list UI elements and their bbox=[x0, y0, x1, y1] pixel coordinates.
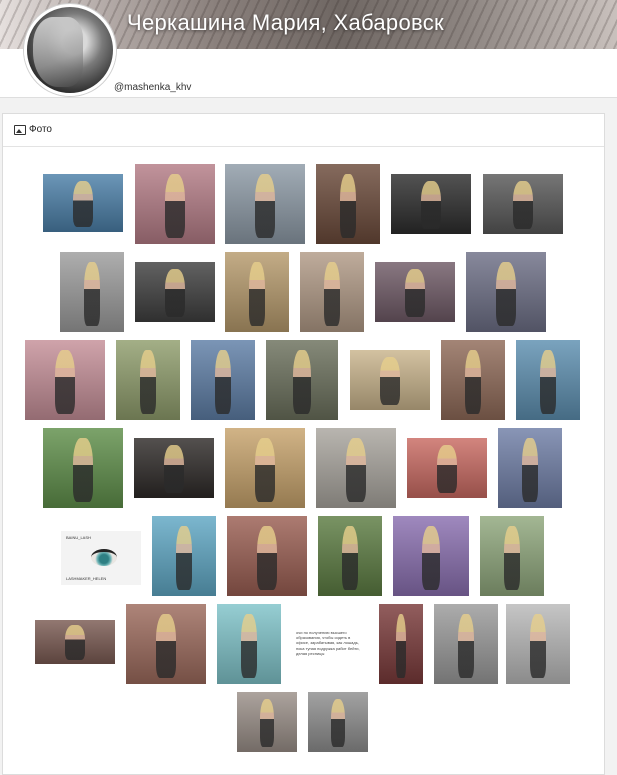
photo-figure bbox=[405, 269, 425, 318]
photo-figure bbox=[176, 525, 192, 590]
text-card-content: очи по получению высшего образования, чт… bbox=[296, 630, 360, 656]
photo-figure bbox=[164, 445, 184, 494]
photo-thumbnail[interactable] bbox=[225, 428, 305, 508]
photo-thumbnail[interactable] bbox=[217, 604, 281, 684]
photo-figure bbox=[504, 525, 520, 590]
photo-figure bbox=[330, 699, 346, 748]
photo-figure bbox=[249, 261, 265, 326]
photo-figure bbox=[342, 525, 358, 590]
photo-thumbnail[interactable] bbox=[506, 604, 570, 684]
avatar[interactable] bbox=[24, 4, 116, 96]
photo-figure bbox=[465, 349, 481, 414]
photo-thumbnail[interactable] bbox=[227, 516, 307, 596]
eye-icon bbox=[91, 549, 117, 566]
photo-thumbnail[interactable] bbox=[135, 164, 215, 244]
photo-figure bbox=[540, 349, 556, 414]
photo-thumbnail[interactable] bbox=[316, 428, 396, 508]
photo-thumbnail[interactable]: BAINU_LASH LASHMAKER_HELEN bbox=[61, 531, 141, 585]
photo-thumbnail[interactable] bbox=[237, 692, 297, 752]
photo-figure bbox=[324, 261, 340, 326]
photo-figure bbox=[421, 181, 441, 230]
photo-figure bbox=[437, 445, 457, 494]
photo-thumbnail[interactable] bbox=[152, 516, 216, 596]
photo-thumbnail[interactable] bbox=[498, 428, 562, 508]
photo-thumbnail[interactable] bbox=[350, 350, 430, 410]
photo-thumbnail[interactable] bbox=[135, 262, 215, 322]
photo-thumbnail[interactable] bbox=[466, 252, 546, 332]
photo-thumbnail[interactable] bbox=[434, 604, 498, 684]
photo-thumbnail[interactable] bbox=[407, 438, 487, 498]
photo-thumbnail[interactable] bbox=[300, 252, 364, 332]
photo-figure bbox=[513, 181, 533, 230]
photo-thumbnail[interactable] bbox=[480, 516, 544, 596]
photo-thumbnail[interactable] bbox=[316, 164, 380, 244]
photo-figure bbox=[73, 180, 93, 228]
photo-figure bbox=[140, 349, 156, 414]
photo-figure bbox=[165, 269, 185, 318]
photo-figure bbox=[165, 173, 185, 238]
photo-thumbnail[interactable]: очи по получению высшего образования, чт… bbox=[288, 604, 372, 684]
lash-card-top-text: BAINU_LASH bbox=[66, 535, 91, 540]
photo-figure bbox=[395, 613, 407, 678]
photo-figure bbox=[241, 613, 257, 678]
photo-figure bbox=[65, 625, 85, 661]
photo-figure bbox=[496, 261, 516, 326]
photo-thumbnail[interactable] bbox=[60, 252, 124, 332]
photo-figure bbox=[530, 613, 546, 678]
lash-card-bottom-text: LASHMAKER_HELEN bbox=[66, 576, 107, 581]
photo-thumbnail[interactable] bbox=[308, 692, 368, 752]
page-title: Черкашина Мария, Хабаровск bbox=[127, 10, 444, 35]
photo-thumbnail[interactable] bbox=[318, 516, 382, 596]
photo-thumbnail[interactable] bbox=[225, 164, 305, 244]
photos-panel-title: Фото bbox=[29, 124, 52, 135]
photo-thumbnail[interactable] bbox=[225, 252, 289, 332]
image-icon bbox=[14, 125, 26, 135]
photo-figure bbox=[522, 437, 538, 502]
photo-figure bbox=[84, 261, 100, 326]
photo-thumbnail[interactable] bbox=[393, 516, 469, 596]
photo-figure bbox=[458, 613, 474, 678]
photo-figure bbox=[255, 437, 275, 502]
photo-thumbnail[interactable] bbox=[266, 340, 338, 420]
photo-thumbnail[interactable] bbox=[391, 174, 471, 234]
photo-thumbnail[interactable] bbox=[375, 262, 455, 322]
photo-figure bbox=[346, 437, 366, 502]
photo-thumbnail[interactable] bbox=[379, 604, 423, 684]
photo-thumbnail[interactable] bbox=[116, 340, 180, 420]
photo-figure bbox=[257, 525, 277, 590]
photo-figure bbox=[259, 699, 275, 748]
photo-figure bbox=[421, 525, 441, 590]
photo-figure bbox=[55, 349, 75, 414]
photo-thumbnail[interactable] bbox=[441, 340, 505, 420]
photo-thumbnail[interactable] bbox=[126, 604, 206, 684]
photo-thumbnail[interactable] bbox=[43, 428, 123, 508]
photo-thumbnail[interactable] bbox=[25, 340, 105, 420]
photo-thumbnail[interactable] bbox=[43, 174, 123, 232]
photo-figure bbox=[215, 349, 231, 414]
photo-figure bbox=[380, 357, 400, 406]
photos-panel-header: Фото bbox=[3, 114, 604, 147]
photo-figure bbox=[156, 613, 176, 678]
photo-figure bbox=[293, 349, 311, 414]
photo-thumbnail[interactable] bbox=[516, 340, 580, 420]
photo-figure bbox=[255, 173, 275, 238]
photo-figure bbox=[340, 173, 356, 238]
photo-thumbnail[interactable] bbox=[483, 174, 563, 234]
photo-thumbnail[interactable] bbox=[191, 340, 255, 420]
photo-thumbnail[interactable] bbox=[35, 620, 115, 664]
photo-figure bbox=[73, 437, 93, 502]
username[interactable]: @mashenka_khv bbox=[114, 82, 191, 93]
photos-panel: Фото BAINU_LASH LASHMAKER_HELEN очи по п… bbox=[2, 113, 605, 775]
photo-thumbnail[interactable] bbox=[134, 438, 214, 498]
